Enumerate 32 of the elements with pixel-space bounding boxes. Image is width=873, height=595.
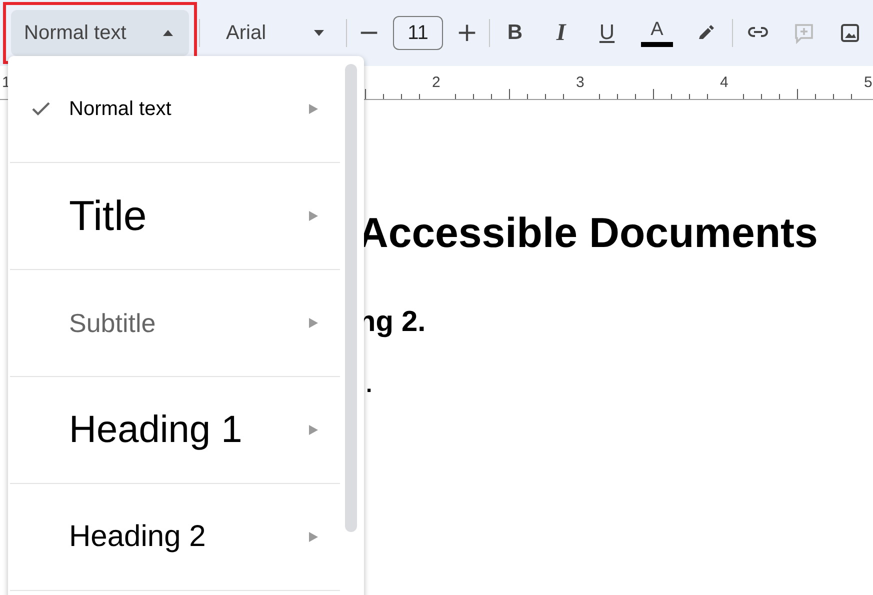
color-bar <box>641 42 673 46</box>
text-color-button[interactable]: A <box>635 13 679 53</box>
document-title: Accessible Documents <box>358 208 819 258</box>
image-icon <box>839 22 861 44</box>
style-dropdown[interactable]: Normal text <box>11 10 189 56</box>
caret-icon <box>163 30 173 36</box>
decrease-size-button[interactable]: − <box>351 13 387 53</box>
underline-button[interactable]: U <box>589 13 625 53</box>
comment-icon <box>793 22 815 44</box>
bold-button[interactable]: B <box>497 13 533 53</box>
submenu-arrow-icon <box>309 104 318 114</box>
style-option[interactable]: Title <box>10 163 340 270</box>
style-option[interactable]: Normal text <box>10 56 340 163</box>
check-icon <box>32 102 50 116</box>
style-option[interactable]: Heading 1 <box>10 377 340 484</box>
ruler-number: 3 <box>576 74 584 91</box>
font-size-field[interactable]: 11 <box>393 16 443 50</box>
ruler-number: 5 <box>864 74 872 91</box>
document-text: . <box>365 372 374 398</box>
submenu-arrow-icon <box>309 532 318 542</box>
scrollbar-thumb[interactable] <box>345 64 357 532</box>
submenu-arrow-icon <box>309 318 318 328</box>
font-dropdown[interactable]: Arial <box>208 13 338 53</box>
style-option[interactable]: Heading 2 <box>10 484 340 591</box>
ruler-number: 2 <box>432 74 440 91</box>
ruler-number: 4 <box>720 74 728 91</box>
increase-size-button[interactable]: + <box>449 13 485 53</box>
caret-icon <box>314 30 324 36</box>
italic-button[interactable]: I <box>543 13 579 53</box>
submenu-arrow-icon <box>309 425 318 435</box>
submenu-arrow-icon <box>309 211 318 221</box>
style-option[interactable]: Subtitle <box>10 270 340 377</box>
